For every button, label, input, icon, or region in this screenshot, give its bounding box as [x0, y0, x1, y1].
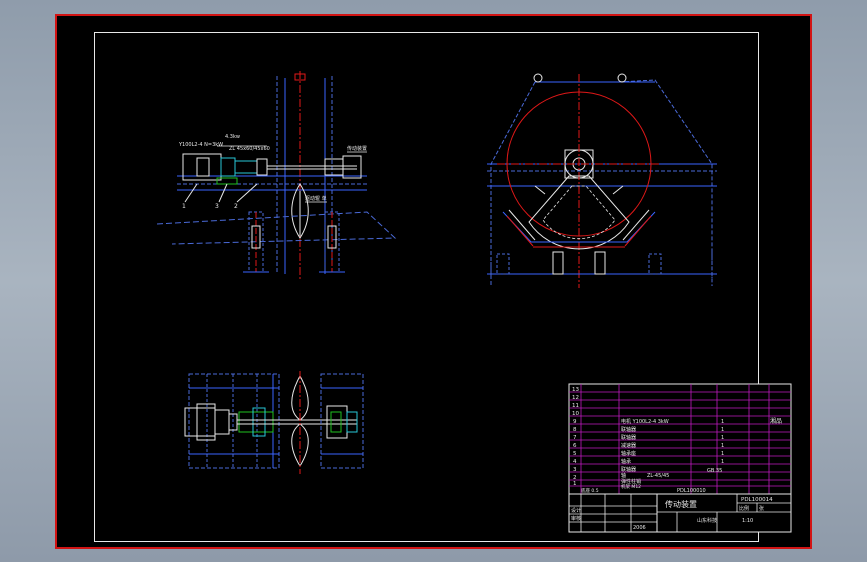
- row-num: 9: [573, 419, 577, 425]
- part-name: 轴承座: [621, 450, 636, 457]
- part-name: 联轴器: [621, 466, 636, 473]
- sheet-label: 张: [759, 505, 764, 512]
- row-num: 3: [573, 467, 577, 473]
- part-name: 电机 Y100L2-4 3kW: [621, 418, 669, 425]
- front-view: Y100L2-4 N=3kW 4.3kw ZL 45x60/45x60 传动装置…: [156, 71, 397, 281]
- qty: 1: [721, 459, 724, 465]
- part-name: 减速器: [621, 442, 636, 449]
- row-num: 8: [573, 427, 577, 433]
- row-num: 10: [572, 411, 579, 417]
- drawing-number-2: PDL100014: [741, 497, 773, 503]
- part-name: ZL-45/45: [647, 473, 669, 479]
- drawing-canvas: Y100L2-4 N=3kW 4.3kw ZL 45x60/45x60 传动装置…: [156, 71, 792, 533]
- shaft-label: ZL 45x60/45x60: [229, 146, 270, 152]
- row-num: 7: [573, 435, 577, 441]
- side-view: [487, 73, 717, 288]
- part-name: 轴承: [621, 458, 631, 465]
- coupling-label: 4.3kw: [225, 134, 240, 140]
- row-num: 12: [572, 395, 579, 401]
- school-label: 山东科技: [697, 517, 717, 524]
- row-num: 4: [573, 459, 577, 465]
- row-num: 13: [572, 387, 579, 393]
- part-name: 弹性柱销: [621, 478, 641, 485]
- drawing-title: 传动装置: [665, 499, 697, 509]
- lower-note: 驱动辊 单: [305, 195, 327, 202]
- row-num: 1: [573, 481, 577, 487]
- title-block: 13 12 11 10 9 8 7 6 5 4 3 2 1 电机 Y100L2-…: [568, 383, 792, 533]
- part-name: PDL100010: [677, 488, 706, 494]
- part-name: 轴: [621, 472, 626, 479]
- row-num: 5: [573, 451, 577, 457]
- scale-value: 1:10: [742, 518, 753, 524]
- qty: 1: [721, 427, 724, 433]
- qty: 1: [721, 451, 724, 457]
- callout-2: 2: [234, 203, 238, 210]
- drawing-sheet: Y100L2-4 N=3kW 4.3kw ZL 45x60/45x60 传动装置…: [55, 14, 812, 549]
- stamp: 湘品: [770, 417, 782, 425]
- qty: 1: [721, 419, 724, 425]
- note-value: GB.35: [707, 468, 722, 474]
- designer-label: 设计: [571, 507, 581, 514]
- scale-label: 比例: [739, 505, 749, 512]
- part-name: 机架 M12: [621, 483, 641, 490]
- part-name: 底座 0.5: [581, 487, 599, 494]
- date-value: 2006: [633, 525, 646, 531]
- callout-1: 1: [182, 203, 186, 210]
- part-name: 联轴器: [621, 426, 636, 433]
- qty: 1: [721, 435, 724, 441]
- row-num: 11: [572, 403, 579, 409]
- qty: 1: [721, 443, 724, 449]
- plan-view: [184, 371, 364, 474]
- callout-3: 3: [215, 203, 219, 210]
- row-num: 6: [573, 443, 577, 449]
- checker-label: 审核: [571, 515, 581, 522]
- right-note: 传动装置: [347, 145, 367, 152]
- motor-label: Y100L2-4 N=3kW: [178, 142, 223, 148]
- part-name: 联轴器: [621, 434, 636, 441]
